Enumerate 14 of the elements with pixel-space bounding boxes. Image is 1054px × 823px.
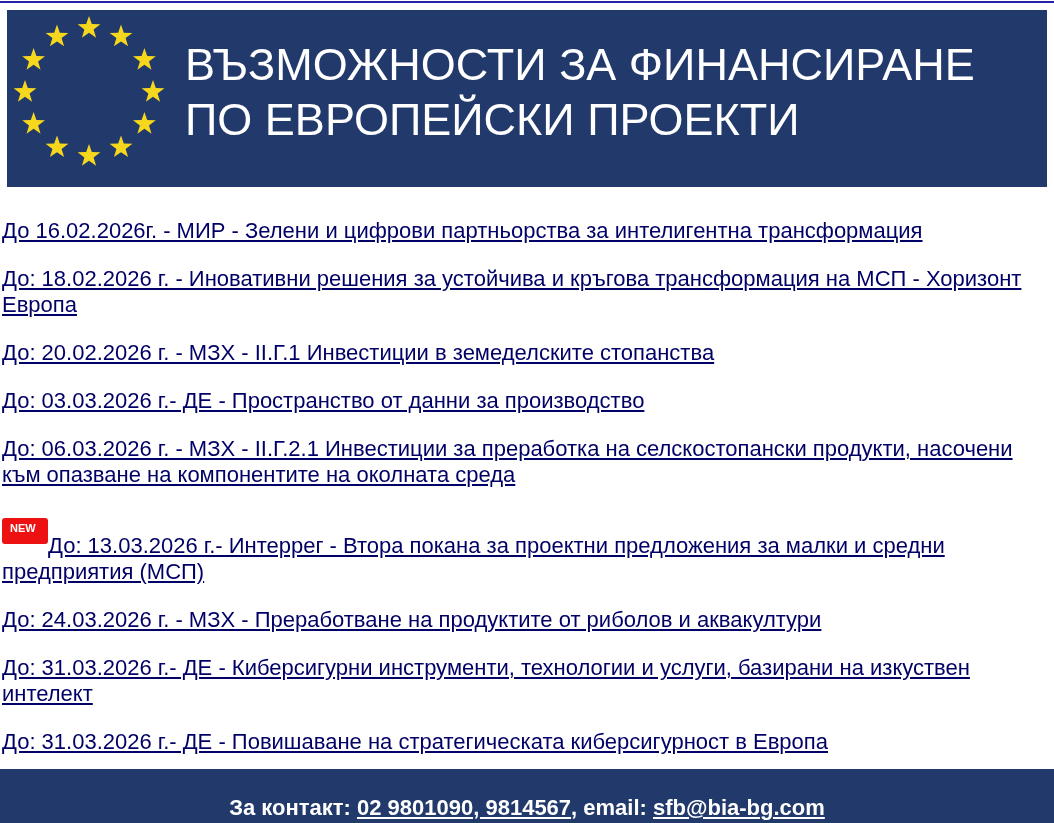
banner-title: ВЪЗМОЖНОСТИ ЗА ФИНАНСИРАНЕ — [185, 37, 975, 92]
call-link[interactable]: До: 06.03.2026 г. - МЗХ - II.Г.2.1 Инвестиции за преработка на селскостопански продукти, насочени към опазване на компонентите на околната среда — [2, 436, 1052, 488]
call-link[interactable]: До: 20.02.2026 г. - МЗХ - II.Г.1 Инвестиции в земеделските стопанства — [2, 340, 1052, 366]
call-link[interactable]: До: 18.02.2026 г. - Иновативни решения за устойчива и кръгова трансформация на МСП - Хоризонт Европа — [2, 266, 1052, 318]
call-link[interactable]: До: 03.03.2026 г.- ДЕ - Пространство от данни за производство — [2, 388, 1052, 414]
call-link[interactable]: До: 31.03.2026 г.- ДЕ - Киберсигурни инструменти, технологии и услуги, базирани на изкуствен интелект — [2, 655, 1052, 707]
call-link[interactable]: До 16.02.2026г. - МИР - Зелени и цифрови партньорства за интелигентна трансформация — [2, 218, 1052, 244]
contact-info: За контакт: 02 9801090, 9814567, email: sfb@bia-bg.com — [229, 795, 825, 822]
call-link[interactable]: До: 24.03.2026 г. - МЗХ - Преработване на продуктите от риболов и аквакултури — [2, 607, 1052, 633]
phone-link[interactable]: 02 9801090, 9814567 — [357, 795, 572, 820]
call-link[interactable]: До: 31.03.2026 г.- ДЕ - Повишаване на стратегическата киберсигурност в Европа — [2, 729, 1052, 755]
email-link[interactable]: sfb@bia-bg.com — [653, 795, 825, 820]
banner-title: ПО ЕВРОПЕЙСКИ ПРОЕКТИ — [185, 92, 801, 147]
new-badge: NEW — [2, 518, 48, 544]
